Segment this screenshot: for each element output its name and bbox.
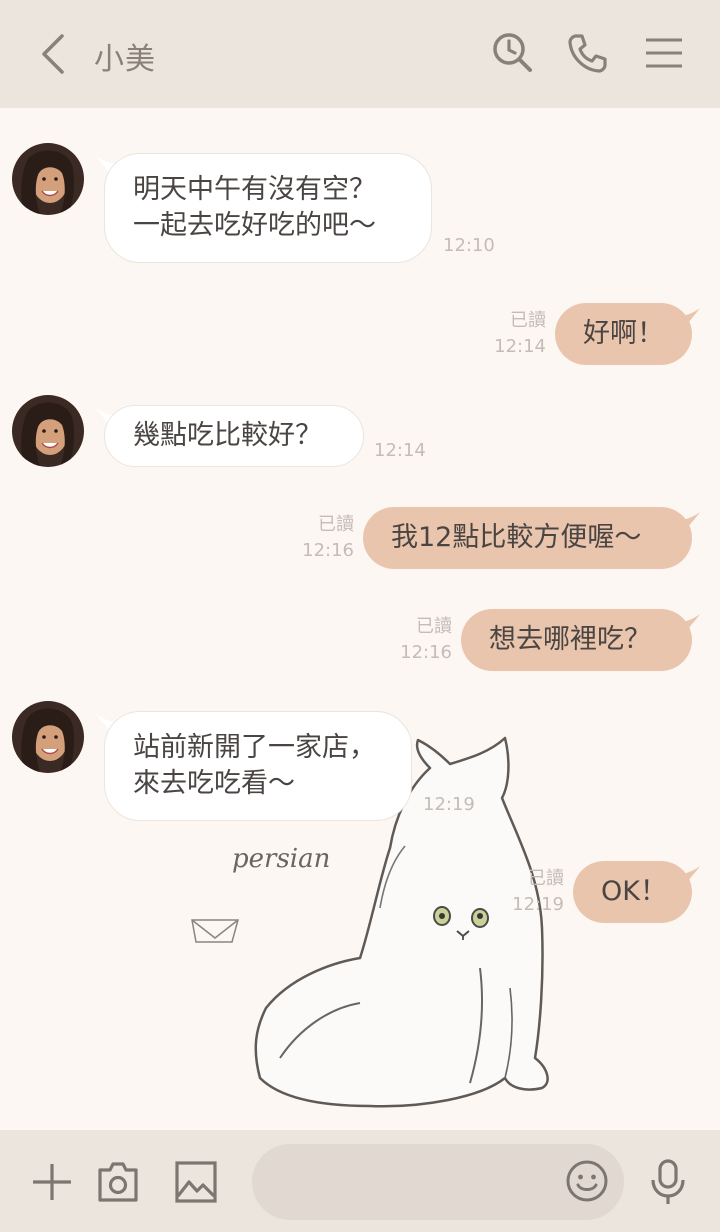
- outgoing-message[interactable]: 想去哪裡吃？: [461, 609, 692, 671]
- message-text: 好啊！: [583, 318, 664, 349]
- contact-avatar[interactable]: [12, 143, 84, 215]
- message-time: 12:19: [512, 894, 564, 915]
- image-icon[interactable]: [172, 1158, 220, 1206]
- bubble-tail: [674, 614, 700, 634]
- mic-icon[interactable]: [644, 1158, 692, 1206]
- bubble-tail: [674, 512, 700, 532]
- message-time: 12:14: [374, 440, 426, 461]
- message-meta: 已讀 12:16: [302, 512, 354, 564]
- message-time: 12:10: [443, 235, 495, 256]
- message-line: 站前新開了一家店，: [133, 732, 376, 763]
- message-time: 12:14: [494, 336, 546, 357]
- incoming-message[interactable]: 站前新開了一家店， 來去吃吃看～: [104, 711, 412, 821]
- message-text: OK！: [601, 876, 667, 907]
- menu-icon[interactable]: [642, 30, 688, 76]
- message-meta: 已讀 12:16: [400, 614, 452, 666]
- read-receipt: 已讀: [510, 310, 546, 331]
- message-line: 幾點吃比較好？: [133, 420, 322, 451]
- message-text: 我12點比較方便喔～: [391, 522, 642, 553]
- emoji-icon[interactable]: [564, 1158, 610, 1204]
- read-receipt: 已讀: [318, 514, 354, 535]
- plus-icon[interactable]: [28, 1158, 76, 1206]
- back-icon[interactable]: [34, 30, 74, 78]
- read-receipt: 已讀: [528, 868, 564, 889]
- chat-title: 小美: [94, 42, 156, 77]
- message-line: 一起去吃好吃的吧～: [133, 210, 376, 241]
- message-time: 12:19: [423, 794, 475, 815]
- message-meta: 已讀 12:19: [512, 866, 564, 918]
- bubble-tail: [674, 866, 700, 886]
- outgoing-message[interactable]: 我12點比較方便喔～: [363, 507, 692, 569]
- incoming-message[interactable]: 幾點吃比較好？: [104, 405, 364, 467]
- history-search-icon[interactable]: [490, 30, 536, 76]
- contact-avatar[interactable]: [12, 701, 84, 773]
- phone-icon[interactable]: [564, 30, 610, 76]
- contact-avatar[interactable]: [12, 395, 84, 467]
- message-line: 來去吃吃看～: [133, 768, 295, 799]
- message-time: 12:16: [302, 540, 354, 561]
- message-input-bar: [0, 1130, 720, 1232]
- camera-icon[interactable]: [94, 1158, 142, 1206]
- bubble-tail: [674, 308, 700, 328]
- message-meta: 已讀 12:14: [494, 308, 546, 360]
- chat-area[interactable]: 明天中午有沒有空？ 一起去吃好吃的吧～ 12:10 已讀 12:14 好啊！ 幾…: [0, 108, 720, 1130]
- message-text: 想去哪裡吃？: [489, 624, 651, 655]
- cat-caption: persian: [232, 844, 331, 874]
- message-time: 12:16: [400, 642, 452, 663]
- read-receipt: 已讀: [416, 616, 452, 637]
- chat-header: 小美: [0, 0, 720, 108]
- incoming-message[interactable]: 明天中午有沒有空？ 一起去吃好吃的吧～: [104, 153, 432, 263]
- message-line: 明天中午有沒有空？: [133, 174, 376, 205]
